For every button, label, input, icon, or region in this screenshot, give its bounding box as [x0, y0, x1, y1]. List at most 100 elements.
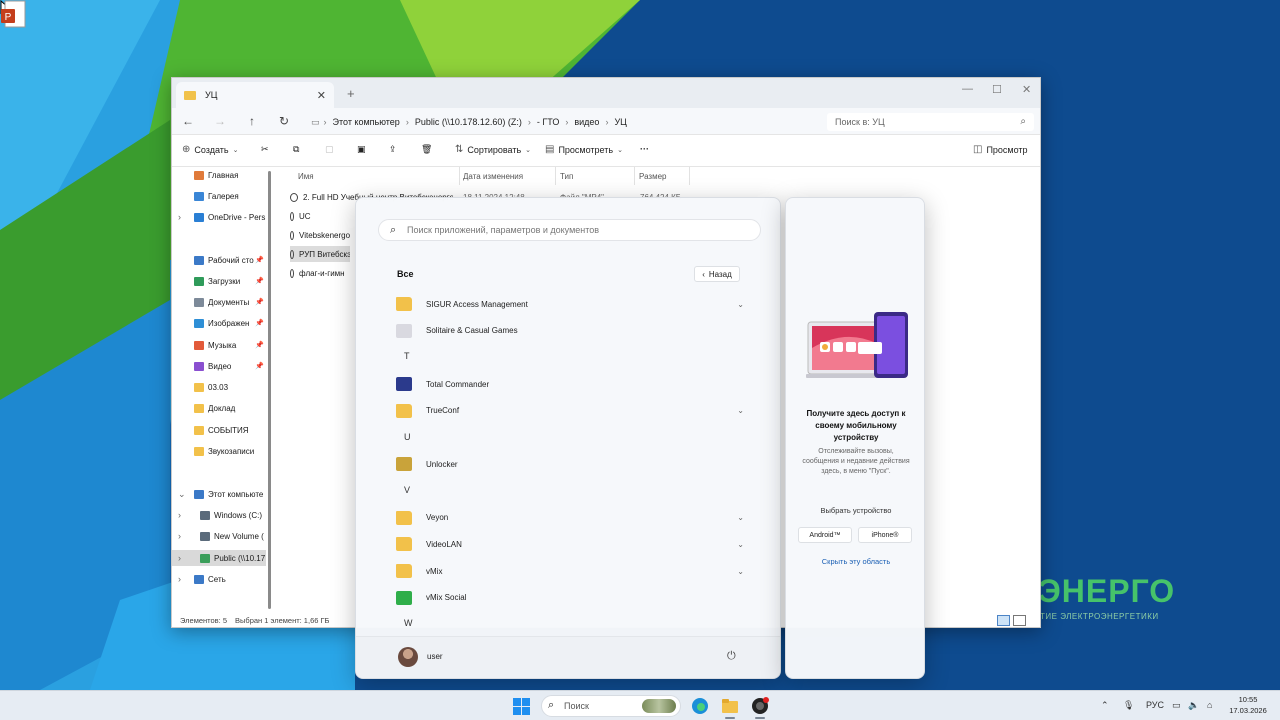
app-list-item[interactable]: vMix Social	[396, 587, 744, 609]
start-search-input[interactable]: ⌕ Поиск приложений, параметров и докумен…	[378, 219, 761, 241]
details-view-icon[interactable]	[997, 615, 1010, 626]
cut-icon[interactable]: ✂	[261, 144, 269, 155]
column-divider[interactable]	[555, 167, 556, 185]
maximize-icon[interactable]: ☐	[992, 83, 1002, 96]
chevron-down-icon[interactable]: ⌄	[737, 513, 744, 522]
chevron-up-icon[interactable]: ⌃	[1101, 700, 1109, 711]
sidebar-item[interactable]: › OneDrive - Pers	[172, 209, 266, 225]
sidebar-item[interactable]: Музыка 📌	[172, 337, 266, 353]
start-menu[interactable]: ⌕ Поиск приложений, параметров и докумен…	[355, 197, 781, 679]
sidebar-item[interactable]: Загрузки 📌	[172, 273, 266, 289]
rename-icon[interactable]: ▣	[357, 144, 366, 155]
chevron-down-icon[interactable]: ⌄	[737, 406, 744, 415]
breadcrumb-item[interactable]: - ГТО	[531, 117, 565, 127]
sidebar-item[interactable]: Изображен 📌	[172, 315, 266, 331]
create-button[interactable]: ⊕ Создать ⌄	[182, 144, 238, 155]
clock[interactable]: 10:55 17.03.2026	[1222, 694, 1274, 716]
copy-icon[interactable]: ⧉	[293, 144, 299, 155]
power-icon[interactable]: ⏻	[727, 650, 736, 663]
close-tab-icon[interactable]: ✕	[317, 89, 326, 102]
column-header-name[interactable]: Имя	[298, 172, 314, 181]
app-group-letter[interactable]: U	[404, 432, 411, 442]
breadcrumb-item[interactable]: Этот компьютер	[327, 117, 406, 127]
app-list-item[interactable]: Total Commander	[396, 373, 744, 395]
microphone-icon[interactable]: 🎙	[1123, 700, 1134, 711]
column-header-date[interactable]: Дата изменения	[463, 172, 523, 181]
file-explorer-icon[interactable]	[721, 697, 739, 715]
app-group-letter[interactable]: W	[404, 618, 413, 628]
edge-browser-icon[interactable]	[691, 697, 709, 715]
file-row[interactable]: Vitebskenergo	[290, 227, 350, 243]
sidebar-item[interactable]: Рабочий сто 📌	[172, 252, 266, 268]
chevron-down-icon[interactable]: ⌄	[737, 540, 744, 549]
tiles-view-icon[interactable]	[1013, 615, 1026, 626]
file-row[interactable]: флаг-и-гимн	[290, 265, 350, 281]
obs-app-icon[interactable]	[751, 697, 769, 715]
sort-button[interactable]: ⇅ Сортировать ⌄	[455, 144, 531, 155]
chevron-right-icon[interactable]: ›	[178, 531, 181, 541]
chevron-down-icon[interactable]: ⌄	[178, 489, 186, 500]
sidebar-item[interactable]: ⌄ Этот компьюте	[172, 486, 266, 502]
nav-scrollbar[interactable]	[268, 171, 271, 609]
minimize-icon[interactable]: —	[962, 83, 973, 95]
app-list-item[interactable]: Veyon ⌄	[396, 507, 744, 529]
refresh-icon[interactable]: ↻	[268, 114, 300, 128]
chevron-down-icon[interactable]: ⌄	[737, 300, 744, 309]
new-tab-button[interactable]: +	[347, 86, 355, 101]
sidebar-item[interactable]: 03.03	[172, 379, 266, 395]
column-divider[interactable]	[689, 167, 690, 185]
tab-current-folder[interactable]: УЦ ✕	[176, 82, 334, 108]
column-divider[interactable]	[459, 167, 460, 185]
sidebar-item[interactable]: Галерея	[172, 188, 266, 204]
network-icon[interactable]: ⌂	[1207, 700, 1212, 710]
taskbar-search[interactable]: ⌕ Поиск	[541, 695, 681, 717]
close-window-icon[interactable]: ✕	[1022, 83, 1031, 96]
sidebar-item[interactable]: Видео 📌	[172, 358, 266, 374]
language-indicator[interactable]: РУС	[1146, 700, 1164, 710]
chevron-right-icon[interactable]: ›	[178, 574, 181, 584]
folder-search-input[interactable]: Поиск в: УЦ ⌕	[827, 113, 1034, 131]
column-divider[interactable]	[634, 167, 635, 185]
chevron-right-icon[interactable]: ›	[178, 553, 181, 563]
username[interactable]: user	[427, 652, 443, 661]
sidebar-item[interactable]: Звукозаписи	[172, 443, 266, 459]
speaker-muted-icon[interactable]: 🔈	[1188, 700, 1199, 711]
column-header-type[interactable]: Тип	[560, 172, 573, 181]
delete-icon[interactable]: 🗑	[421, 144, 432, 155]
breadcrumb[interactable]: ▭ › Этот компьютер › Public (\\10.178.12…	[311, 113, 812, 131]
paste-icon[interactable]: ▢	[325, 144, 334, 155]
more-options-button[interactable]: ···	[640, 144, 649, 154]
hide-area-link[interactable]: Скрыть эту область	[798, 557, 914, 566]
avatar[interactable]	[398, 647, 418, 667]
share-icon[interactable]: ⇪	[389, 144, 397, 155]
chevron-right-icon[interactable]: ›	[178, 510, 181, 520]
sidebar-item[interactable]: СОБЫТИЯ	[172, 422, 266, 438]
app-list-item[interactable]: TrueConf ⌄	[396, 400, 744, 422]
up-arrow-icon[interactable]: ↑	[236, 114, 268, 128]
sidebar-item[interactable]: › Сеть	[172, 571, 266, 587]
view-button[interactable]: ▤ Просмотреть ⌄	[545, 144, 623, 155]
back-button[interactable]: ‹ Назад	[694, 266, 740, 282]
preview-pane-button[interactable]: ◫ Просмотр	[973, 144, 1028, 155]
android-button[interactable]: Android™	[798, 527, 852, 543]
app-list-item[interactable]: SIGUR Access Management ⌄	[396, 293, 744, 315]
forward-arrow-icon[interactable]: →	[204, 114, 236, 128]
sidebar-item[interactable]: › Windows (C:)	[172, 507, 266, 523]
app-list-item[interactable]: Solitaire & Casual Games	[396, 320, 744, 342]
sidebar-item[interactable]: › Public (\\10.17	[172, 550, 266, 566]
app-list-item[interactable]: Unlocker	[396, 453, 744, 475]
breadcrumb-item[interactable]: Public (\\10.178.12.60) (Z:)	[409, 117, 528, 127]
app-group-letter[interactable]: V	[404, 485, 410, 495]
file-row[interactable]: РУП Витебскэ	[290, 246, 350, 262]
iphone-button[interactable]: iPhone®	[858, 527, 912, 543]
sidebar-item[interactable]: Доклад	[172, 400, 266, 416]
app-group-letter[interactable]: T	[404, 351, 410, 361]
app-list-item[interactable]: vMix ⌄	[396, 560, 744, 582]
file-row[interactable]: UC	[290, 208, 350, 224]
display-icon[interactable]: ▭	[1172, 700, 1181, 711]
sidebar-item[interactable]: Документы 📌	[172, 294, 266, 310]
app-list-item[interactable]: VideoLAN ⌄	[396, 533, 744, 555]
chevron-right-icon[interactable]: ›	[178, 212, 181, 222]
sidebar-item[interactable]: › New Volume (	[172, 528, 266, 544]
sidebar-item[interactable]: Главная	[172, 167, 266, 183]
